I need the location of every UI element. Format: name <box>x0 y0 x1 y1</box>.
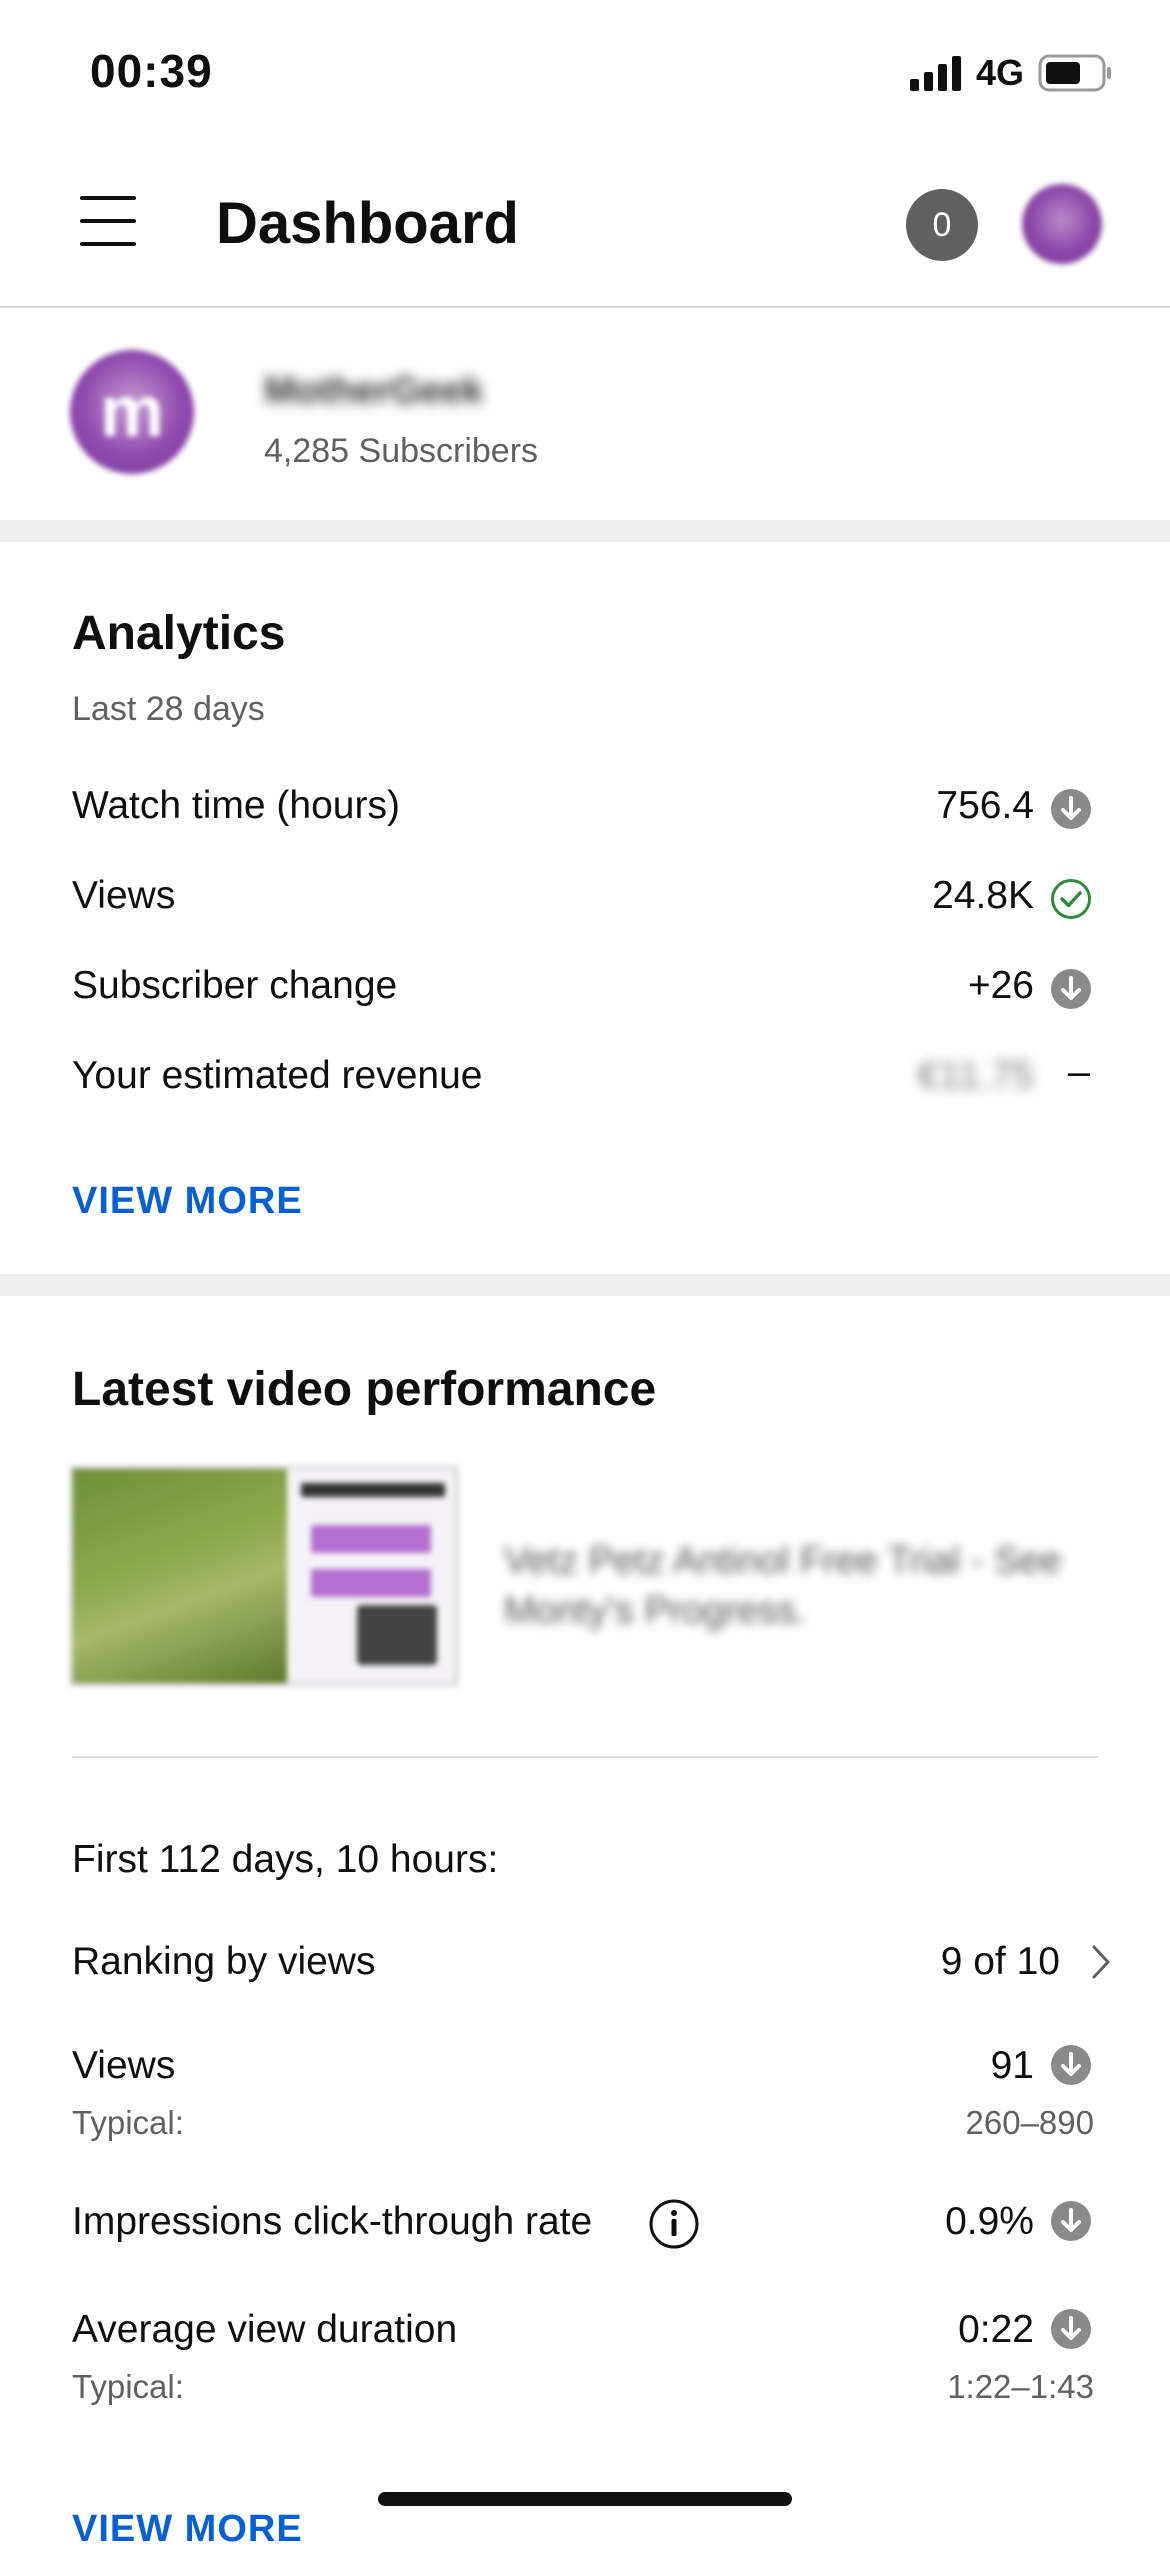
info-icon[interactable] <box>648 2198 700 2250</box>
metric-value-watch-time: 756.4 <box>936 784 1034 827</box>
video-views-value: 91 <box>990 2044 1034 2087</box>
channel-avatar[interactable]: m <box>70 350 194 474</box>
video-divider <box>72 1756 1098 1758</box>
thumbnail-photo <box>73 1469 287 1683</box>
arrow-down-circle-icon <box>1051 2201 1091 2241</box>
signal-icon <box>909 56 961 91</box>
avd-label: Average view duration <box>72 2308 458 2351</box>
metric-label-revenue: Your estimated revenue <box>72 1054 483 1097</box>
video-views-label: Views <box>72 2044 176 2087</box>
chevron-right-icon <box>1092 1945 1110 1979</box>
views-typical-value: 260–890 <box>965 2104 1094 2141</box>
video-view-more-link[interactable]: VIEW MORE <box>72 2508 303 2551</box>
menu-icon-bar <box>80 242 136 246</box>
views-typical-label: Typical: <box>72 2104 184 2141</box>
check-circle-icon <box>1051 879 1091 919</box>
metric-label-subscriber-change: Subscriber change <box>72 964 398 1007</box>
ctr-value: 0.9% <box>945 2200 1034 2243</box>
thumbnail-card <box>286 1469 455 1683</box>
status-indicators: 4G <box>909 52 1114 94</box>
avd-value: 0:22 <box>958 2308 1034 2351</box>
arrow-down-circle-icon <box>1051 2045 1091 2085</box>
battery-icon <box>1038 54 1111 92</box>
revenue-status-dash: – <box>1067 1050 1090 1094</box>
arrow-down-circle-icon <box>1051 789 1091 829</box>
page-title: Dashboard <box>216 191 519 256</box>
metric-label-views: Views <box>72 874 176 917</box>
notifications-badge[interactable]: 0 <box>906 189 978 261</box>
video-title[interactable]: Vetz Petz Antinol Free Trial - See Monty… <box>504 1536 1124 1636</box>
metric-label-watch-time: Watch time (hours) <box>72 784 400 827</box>
network-type: 4G <box>975 52 1024 93</box>
metric-value-subscriber-change: +26 <box>967 964 1034 1007</box>
channel-name: MotherGeek <box>264 370 484 412</box>
latest-video-title: Latest video performance <box>72 1363 657 1416</box>
metric-value-views: 24.8K <box>932 874 1034 917</box>
analytics-period: Last 28 days <box>72 690 265 728</box>
appbar-divider <box>0 306 1170 308</box>
analytics-view-more-link[interactable]: VIEW MORE <box>72 1180 303 1223</box>
subscriber-count: 4,285 Subscribers <box>264 432 539 470</box>
metric-value-revenue: €11.75 <box>917 1054 1034 1097</box>
ranking-value: 9 of 10 <box>940 1940 1060 1983</box>
avd-typical-label: Typical: <box>72 2368 184 2405</box>
home-indicator[interactable] <box>378 2492 792 2506</box>
menu-icon-bar <box>80 196 136 200</box>
avd-typical-value: 1:22–1:43 <box>947 2368 1094 2405</box>
ctr-label: Impressions click-through rate <box>72 2200 593 2243</box>
menu-button[interactable] <box>80 196 136 246</box>
section-divider <box>0 520 1170 542</box>
arrow-down-circle-icon <box>1051 2309 1091 2349</box>
status-time: 00:39 <box>90 45 213 97</box>
video-period: First 112 days, 10 hours: <box>72 1838 499 1881</box>
section-divider <box>0 1274 1170 1296</box>
ranking-label: Ranking by views <box>72 1940 376 1983</box>
menu-icon-bar <box>80 219 136 223</box>
channel-avatar-letter: m <box>99 372 165 452</box>
analytics-title: Analytics <box>72 607 286 660</box>
video-thumbnail[interactable] <box>70 1466 458 1686</box>
arrow-down-circle-icon <box>1051 969 1091 1009</box>
account-avatar[interactable] <box>1022 184 1102 264</box>
